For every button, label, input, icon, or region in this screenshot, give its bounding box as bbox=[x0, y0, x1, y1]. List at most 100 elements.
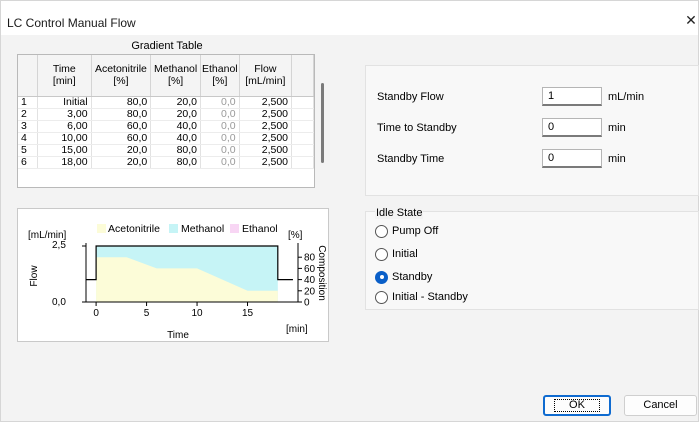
gradient-table[interactable]: Time [min] Acetonitrile [%] Methanol [%] Et… bbox=[17, 54, 315, 188]
table-cell[interactable]: Initial bbox=[37, 96, 92, 109]
table-cell[interactable]: 20,0 bbox=[91, 156, 152, 169]
table-cell[interactable]: 2,500 bbox=[239, 108, 293, 121]
table-cell[interactable]: 80,0 bbox=[150, 156, 202, 169]
radio-standby-circle[interactable] bbox=[375, 270, 388, 284]
table-cell[interactable]: 60,0 bbox=[91, 132, 152, 145]
x-axis-label: Time bbox=[167, 330, 189, 341]
idle-state-legend: Idle State bbox=[375, 207, 424, 219]
table-cell[interactable]: 2,500 bbox=[239, 96, 293, 109]
table-cell[interactable]: 0,0 bbox=[200, 120, 240, 133]
gradient-table-title: Gradient Table bbox=[131, 40, 203, 52]
table-row[interactable]: 6 18,00 20,0 80,0 0,0 2,500 bbox=[18, 156, 314, 169]
table-cell-spacer bbox=[291, 120, 314, 133]
column-header: Ethanol [%] bbox=[200, 55, 240, 97]
ok-button[interactable]: OK bbox=[543, 395, 611, 416]
column-header-spacer bbox=[291, 55, 314, 97]
dialog-window: LC Control Manual Flow ✕ Gradient Table … bbox=[0, 0, 699, 422]
time-to-standby-input[interactable] bbox=[542, 118, 602, 137]
gradient-table-scrollbar[interactable] bbox=[321, 83, 324, 163]
composition-areas bbox=[96, 246, 278, 302]
y-tick-label-bottom: 0,0 bbox=[52, 297, 66, 308]
table-cell-spacer bbox=[291, 108, 314, 121]
table-cell[interactable]: 10,00 bbox=[37, 132, 92, 145]
table-row[interactable]: 2 3,00 80,0 20,0 0,0 2,500 bbox=[18, 108, 314, 121]
table-cell[interactable]: 6,00 bbox=[37, 120, 92, 133]
table-cell[interactable]: 3,00 bbox=[37, 108, 92, 121]
gradient-table-grid[interactable]: Time [min] Acetonitrile [%] Methanol [%] Et… bbox=[18, 55, 314, 169]
standby-flow-label: Standby Flow bbox=[377, 91, 444, 103]
right-axis-unit: [%] bbox=[288, 230, 303, 241]
x-tick-label: 10 bbox=[191, 308, 203, 319]
standby-flow-input[interactable] bbox=[542, 87, 602, 106]
table-cell[interactable]: 2,500 bbox=[239, 132, 293, 145]
table-cell[interactable]: 15,00 bbox=[37, 144, 92, 157]
legend-label-methanol: Methanol bbox=[181, 223, 224, 235]
row-number-cell: 6 bbox=[18, 156, 39, 169]
title-bar: LC Control Manual Flow ✕ bbox=[1, 1, 698, 35]
table-cell[interactable]: 0,0 bbox=[200, 96, 240, 109]
table-cell[interactable]: 0,0 bbox=[200, 144, 240, 157]
table-cell[interactable]: 2,500 bbox=[239, 156, 293, 169]
table-row[interactable]: 5 15,00 20,0 80,0 0,0 2,500 bbox=[18, 144, 314, 157]
legend-swatch-ethanol bbox=[230, 224, 239, 233]
table-cell[interactable]: 2,500 bbox=[239, 120, 293, 133]
radio-initial-circle[interactable] bbox=[375, 247, 388, 261]
x-tick-label: 0 bbox=[93, 308, 99, 319]
radio-initial-standby-circle[interactable] bbox=[375, 290, 388, 304]
column-header: Flow [mL/min] bbox=[239, 55, 293, 97]
table-cell-spacer bbox=[291, 96, 314, 109]
table-cell-spacer bbox=[291, 156, 314, 169]
row-number-cell: 3 bbox=[18, 120, 39, 133]
table-cell[interactable]: 80,0 bbox=[150, 144, 202, 157]
legend-swatch-methanol bbox=[169, 224, 178, 233]
cancel-button[interactable]: Cancel bbox=[624, 395, 697, 416]
table-cell-spacer bbox=[291, 144, 314, 157]
standby-time-input[interactable] bbox=[542, 149, 602, 168]
y2-tick-label: 20 bbox=[304, 286, 316, 297]
radio-standby[interactable]: Standby bbox=[375, 270, 432, 284]
table-cell[interactable]: 0,0 bbox=[200, 156, 240, 169]
legend-label-ethanol: Ethanol bbox=[242, 223, 278, 235]
radio-standby-label: Standby bbox=[392, 271, 433, 283]
radio-pump-off-circle[interactable] bbox=[375, 224, 388, 238]
y2-axis-label: Composition bbox=[316, 245, 327, 301]
radio-pump-off-label: Pump Off bbox=[392, 225, 439, 237]
table-cell[interactable]: 0,0 bbox=[200, 132, 240, 145]
table-cell-spacer bbox=[291, 132, 314, 145]
gradient-chart-svg: Acetonitrile Methanol Ethanol [mL/min] [… bbox=[28, 223, 327, 341]
gradient-chart: Acetonitrile Methanol Ethanol [mL/min] [… bbox=[17, 208, 329, 342]
column-header bbox=[18, 55, 39, 97]
y2-tick-labels: 806040200 bbox=[304, 253, 316, 309]
window-title: LC Control Manual Flow bbox=[7, 16, 136, 30]
table-cell[interactable]: 20,0 bbox=[150, 108, 202, 121]
table-cell[interactable]: 60,0 bbox=[91, 120, 152, 133]
table-cell[interactable]: 40,0 bbox=[150, 132, 202, 145]
table-cell[interactable]: 20,0 bbox=[91, 144, 152, 157]
close-icon[interactable]: ✕ bbox=[685, 13, 697, 27]
y2-tick-label: 80 bbox=[304, 253, 316, 264]
standby-flow-unit: mL/min bbox=[608, 91, 645, 103]
radio-initial-standby-label: Initial - Standby bbox=[392, 291, 468, 303]
table-cell[interactable]: 20,0 bbox=[150, 96, 202, 109]
time-to-standby-unit: min bbox=[608, 122, 626, 134]
radio-initial[interactable]: Initial bbox=[375, 247, 418, 261]
table-cell[interactable]: 80,0 bbox=[91, 108, 152, 121]
radio-initial-standby[interactable]: Initial - Standby bbox=[375, 290, 468, 304]
y2-tick-label: 40 bbox=[304, 275, 316, 286]
y2-tick-label: 0 bbox=[304, 298, 310, 309]
table-cell[interactable]: 2,500 bbox=[239, 144, 293, 157]
table-row[interactable]: 4 10,00 60,0 40,0 0,0 2,500 bbox=[18, 132, 314, 145]
table-row[interactable]: 1 Initial 80,0 20,0 0,0 2,500 bbox=[18, 96, 314, 109]
table-cell[interactable]: 0,0 bbox=[200, 108, 240, 121]
y2-tick-label: 60 bbox=[304, 264, 316, 275]
row-number-cell: 1 bbox=[18, 96, 39, 109]
row-number-cell: 5 bbox=[18, 144, 39, 157]
table-cell[interactable]: 40,0 bbox=[150, 120, 202, 133]
radio-pump-off[interactable]: Pump Off bbox=[375, 224, 438, 238]
x-tick-labels: 0 5 10 15 bbox=[93, 308, 253, 319]
y-axis-label: Flow bbox=[29, 265, 40, 287]
table-cell[interactable]: 80,0 bbox=[91, 96, 152, 109]
column-header: Acetonitrile [%] bbox=[91, 55, 152, 97]
table-row[interactable]: 3 6,00 60,0 40,0 0,0 2,500 bbox=[18, 120, 314, 133]
table-cell[interactable]: 18,00 bbox=[37, 156, 92, 169]
